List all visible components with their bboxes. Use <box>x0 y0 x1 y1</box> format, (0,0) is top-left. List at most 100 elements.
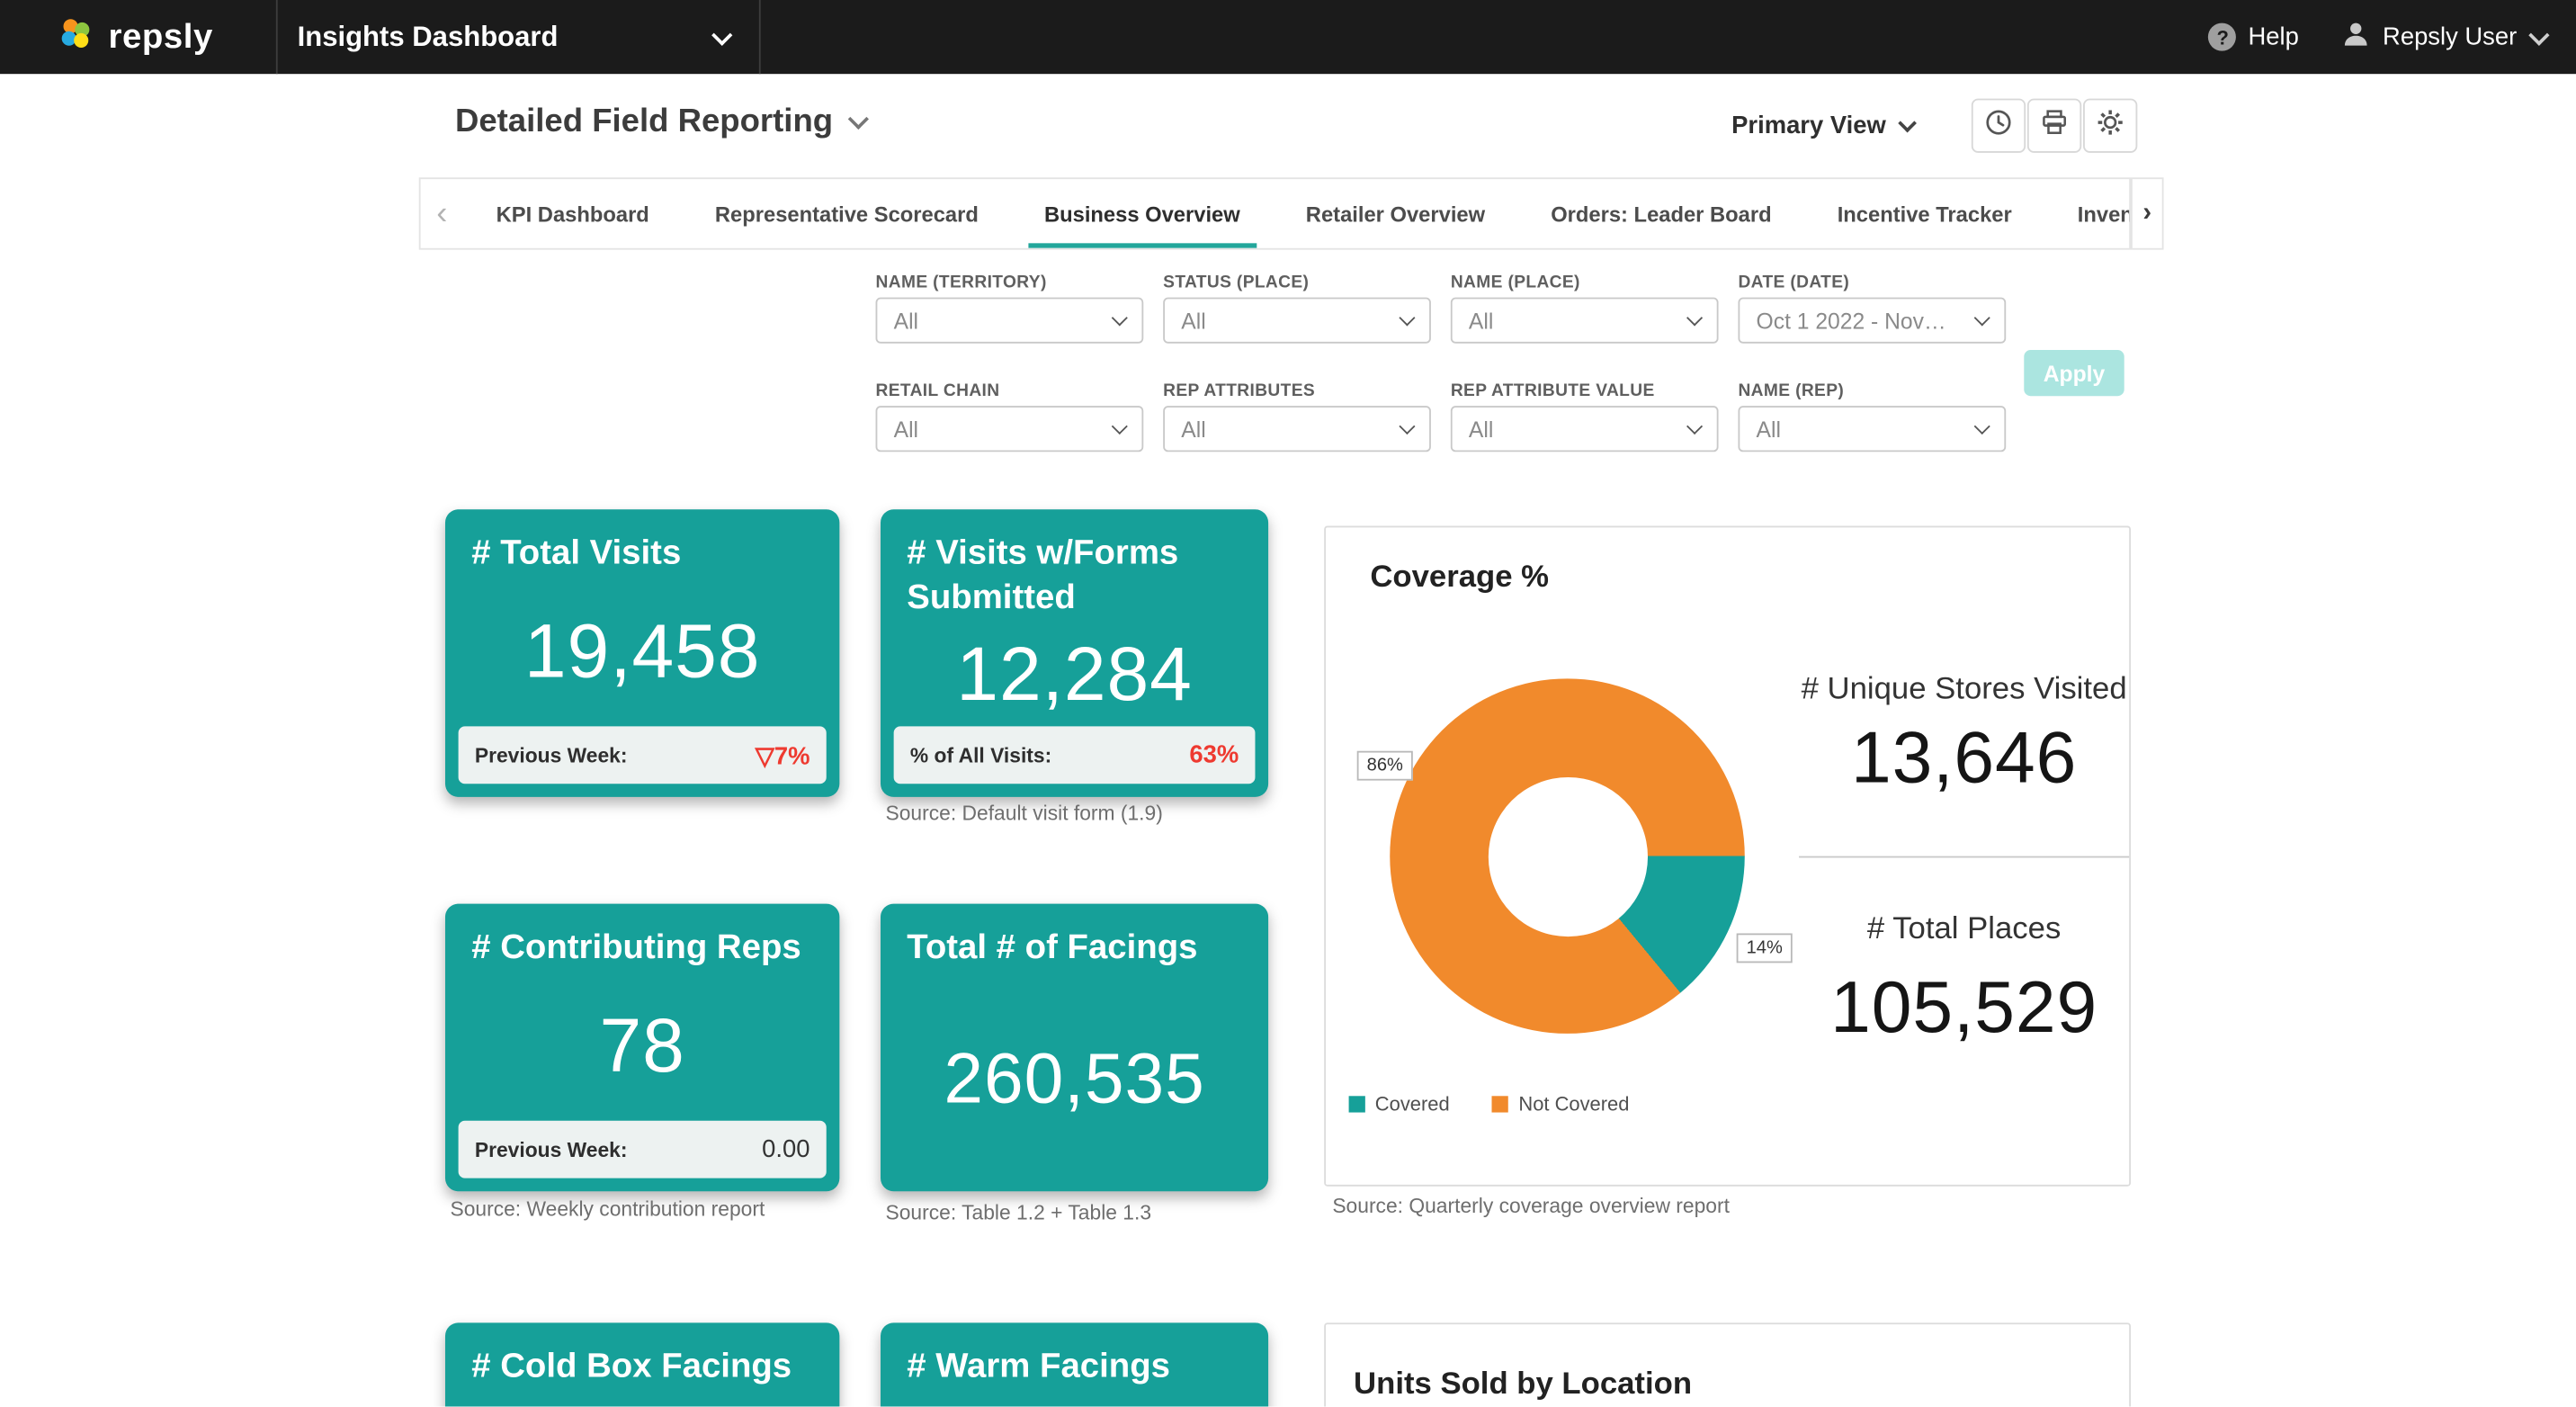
kpi-footer-label: Previous Week: <box>474 743 628 767</box>
filter-select-rep-attributes[interactable]: All <box>1163 406 1431 453</box>
brand-logo[interactable]: repsly <box>56 0 213 74</box>
units-sold-title: Units Sold by Location <box>1354 1367 1693 1403</box>
source-note: Source: Quarterly coverage overview repo… <box>1332 1194 1730 1218</box>
coverage-donut-chart[interactable] <box>1390 678 1745 1034</box>
kpi-title: # Visits w/Forms Submitted <box>907 533 1179 616</box>
settings-button[interactable] <box>2083 98 2138 153</box>
kpi-card-cold-box-facings: # Cold Box Facings <box>444 1322 840 1407</box>
units-sold-panel: Units Sold by Location <box>1324 1322 2132 1407</box>
print-icon <box>2041 108 2069 144</box>
help-button[interactable]: ? Help <box>2208 22 2299 51</box>
chevron-down-icon <box>1111 417 1128 435</box>
tab-scroll-left[interactable]: ‹ <box>421 179 463 248</box>
tab-retailer-overview[interactable]: Retailer Overview <box>1273 179 1517 248</box>
source-note: Source: Default visit form (1.9) <box>885 802 1163 825</box>
chevron-down-icon <box>2528 23 2550 45</box>
view-selector-label: Primary View <box>1731 112 1886 140</box>
tab-scroll-right[interactable]: › <box>2131 177 2164 250</box>
filter-select-rep-attribute-value[interactable]: All <box>1450 406 1719 453</box>
legend-label: Covered <box>1374 1092 1450 1116</box>
source-note: Source: Weekly contribution report <box>450 1197 765 1222</box>
filter-select-status-place[interactable]: All <box>1163 297 1431 344</box>
filter-label-rep-attribute-value: REP ATTRIBUTE VALUE <box>1450 381 1655 401</box>
user-label: Repsly User <box>2383 22 2518 51</box>
filter-label-status-place: STATUS (PLACE) <box>1163 273 1310 293</box>
filter-value: All <box>1756 417 1781 442</box>
page-title: Detailed Field Reporting <box>454 103 834 140</box>
legend-item-not-covered[interactable]: Not Covered <box>1492 1093 1629 1116</box>
donut-label-not-covered: 86% <box>1356 750 1413 781</box>
app-title: Insights Dashboard <box>297 20 559 52</box>
tab-inventory-management-tracker[interactable]: Inventory Management Tracker <box>2044 179 2129 248</box>
history-icon <box>1984 108 2012 144</box>
repsly-pinwheel-icon <box>56 13 95 61</box>
legend-item-covered[interactable]: Covered <box>1348 1092 1450 1116</box>
report-title-dropdown[interactable]: Detailed Field Reporting <box>454 103 870 141</box>
legend-swatch-covered <box>1348 1096 1365 1113</box>
tab-kpi-dashboard[interactable]: KPI Dashboard <box>463 179 682 248</box>
kpi-title: Total # of Facings <box>907 928 1198 966</box>
filter-label-rep-attributes: REP ATTRIBUTES <box>1163 381 1316 401</box>
toolbar <box>1971 98 2138 153</box>
chevron-down-icon <box>1399 417 1416 435</box>
kpi-footer-value: 63% <box>1189 740 1239 769</box>
gear-icon <box>2097 108 2124 144</box>
kpi-card-contributing-reps: # Contributing Reps 78 Previous Week: 0.… <box>444 903 840 1192</box>
unique-stores-label: # Unique Stores Visited <box>1801 672 2127 707</box>
chevron-down-icon <box>1973 417 1990 435</box>
filter-value: Oct 1 2022 - Nov… <box>1756 308 1946 333</box>
tab-business-overview[interactable]: Business Overview <box>1011 179 1273 248</box>
coverage-panel: Coverage % 86% 14% Covered Not Covered #… <box>1324 525 2132 1187</box>
kpi-footer: % of All Visits: 63% <box>893 726 1256 784</box>
app-switcher-dropdown[interactable]: Insights Dashboard <box>278 0 759 74</box>
filter-label-name-rep: NAME (REP) <box>1738 381 1845 401</box>
chevron-down-icon <box>1973 309 1990 327</box>
chevron-down-icon <box>1686 309 1704 327</box>
kpi-footer: Previous Week: ▽7% <box>458 726 827 784</box>
chevron-down-icon <box>847 108 870 130</box>
kpi-footer: Previous Week: 0.00 <box>458 1120 827 1178</box>
filter-value: All <box>1468 308 1494 333</box>
user-menu[interactable]: Repsly User <box>2341 19 2550 55</box>
donut-label-covered: 14% <box>1736 933 1793 963</box>
kpi-footer-label: Previous Week: <box>474 1137 628 1161</box>
kpi-title: # Cold Box Facings <box>471 1347 792 1385</box>
kpi-title: # Warm Facings <box>907 1347 1171 1385</box>
help-label: Help <box>2248 22 2299 51</box>
coverage-title: Coverage % <box>1370 560 1550 596</box>
topbar: repsly Insights Dashboard ? Help Repsly … <box>0 0 2576 75</box>
kpi-value: 260,535 <box>944 1040 1205 1120</box>
tab-incentive-tracker[interactable]: Incentive Tracker <box>1804 179 2044 248</box>
filter-label-retail-chain: RETAIL CHAIN <box>875 381 1000 401</box>
kpi-value: 12,284 <box>956 631 1193 717</box>
kpi-card-warm-facings: # Warm Facings <box>881 1322 1269 1407</box>
chevron-down-icon <box>1686 417 1704 435</box>
filter-value: All <box>1181 308 1206 333</box>
stats-divider <box>1799 856 2130 858</box>
filter-value: All <box>893 417 919 442</box>
view-selector[interactable]: Primary View <box>1731 112 1917 140</box>
source-note: Source: Table 1.2 + Table 1.3 <box>885 1201 1152 1224</box>
apply-button[interactable]: Apply <box>2024 350 2124 397</box>
filter-value: All <box>1181 417 1206 442</box>
tab-strip: ‹ KPI Dashboard Representative Scorecard… <box>418 177 2132 250</box>
filter-label-name-place: NAME (PLACE) <box>1450 273 1580 293</box>
chevron-down-icon <box>711 23 733 45</box>
tab-orders-leader-board[interactable]: Orders: Leader Board <box>1518 179 1805 248</box>
filter-label-date: DATE (DATE) <box>1738 273 1850 293</box>
filter-select-name-rep[interactable]: All <box>1738 406 2007 453</box>
coverage-stats: # Unique Stores Visited 13,646 # Total P… <box>1799 527 2130 1185</box>
filter-select-territory[interactable]: All <box>875 297 1144 344</box>
total-places-value: 105,529 <box>1830 967 2098 1049</box>
filter-select-name-place[interactable]: All <box>1450 297 1719 344</box>
history-button[interactable] <box>1971 98 2026 153</box>
kpi-title: # Total Visits <box>471 533 682 572</box>
filter-select-retail-chain[interactable]: All <box>875 406 1144 453</box>
kpi-card-total-visits: # Total Visits 19,458 Previous Week: ▽7% <box>444 509 840 797</box>
chart-legend: Covered Not Covered <box>1348 1092 1629 1116</box>
filter-value: All <box>893 308 919 333</box>
filter-select-date-range[interactable]: Oct 1 2022 - Nov… <box>1738 297 2007 344</box>
print-button[interactable] <box>2026 98 2082 153</box>
user-icon <box>2341 19 2371 55</box>
tab-representative-scorecard[interactable]: Representative Scorecard <box>682 179 1011 248</box>
